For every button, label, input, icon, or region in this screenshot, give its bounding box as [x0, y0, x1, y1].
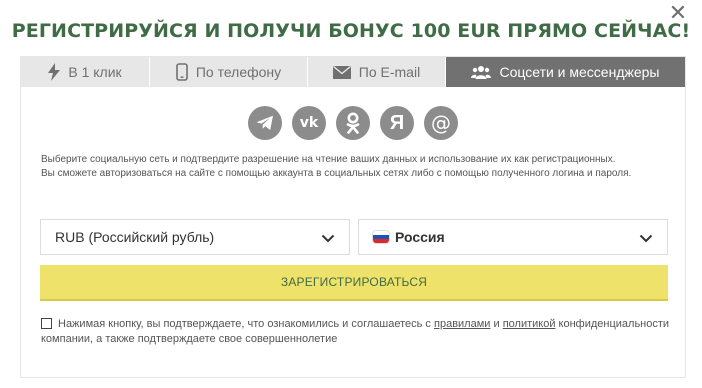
currency-select-value: RUB (Российский рубль)	[55, 229, 215, 245]
registration-panel: В 1 клик По телефону По E-mail Соцсети и…	[20, 56, 686, 378]
yandex-icon[interactable]: Я	[380, 106, 414, 140]
currency-select[interactable]: RUB (Российский рубль)	[40, 219, 350, 255]
russia-flag-icon	[373, 231, 389, 243]
chevron-down-icon	[639, 231, 653, 248]
agreement: Нажимая кнопку, вы подтверждаете, что оз…	[41, 317, 671, 347]
tab-label: По E-mail	[358, 64, 421, 80]
vk-icon[interactable]: vk	[292, 106, 326, 140]
tab-one-click[interactable]: В 1 клик	[21, 57, 150, 87]
agreement-checkbox[interactable]	[41, 318, 52, 329]
social-buttons: vk Я @	[21, 106, 685, 140]
rules-link[interactable]: правилами	[434, 318, 490, 330]
register-button[interactable]: ЗАРЕГИСТРИРОВАТЬСЯ	[40, 265, 668, 301]
lightning-icon	[48, 63, 61, 81]
agreement-text-and: и	[490, 318, 503, 330]
description-line-1: Выберите социальную сеть и подтвердите р…	[41, 154, 616, 165]
country-select-value: Россия	[395, 229, 445, 245]
tab-label: Соцсети и мессенджеры	[499, 64, 660, 80]
chevron-down-icon	[321, 231, 335, 248]
tab-social[interactable]: Соцсети и мессенджеры	[446, 57, 685, 87]
country-select[interactable]: Россия	[358, 219, 668, 255]
envelope-icon	[332, 65, 351, 79]
phone-icon	[176, 63, 188, 81]
policy-link[interactable]: политикой	[503, 318, 556, 330]
tab-phone[interactable]: По телефону	[150, 57, 308, 87]
agreement-text-before: Нажимая кнопку, вы подтверждаете, что оз…	[58, 318, 434, 330]
tab-label: В 1 клик	[68, 64, 122, 80]
telegram-icon[interactable]	[248, 106, 282, 140]
page-title: РЕГИСТРИРУЙСЯ И ПОЛУЧИ БОНУС 100 EUR ПРЯ…	[11, 20, 691, 42]
tab-label: По телефону	[195, 64, 282, 80]
tab-bar: В 1 клик По телефону По E-mail Соцсети и…	[21, 57, 685, 87]
description-line-2: Вы сможете авторизоваться на сайте с пом…	[41, 168, 632, 179]
odnoklassniki-icon[interactable]	[336, 106, 370, 140]
description: Выберите социальную сеть и подтвердите р…	[41, 153, 681, 181]
mail-at-icon[interactable]: @	[424, 106, 458, 140]
tab-email[interactable]: По E-mail	[308, 57, 446, 87]
users-icon	[471, 65, 492, 79]
